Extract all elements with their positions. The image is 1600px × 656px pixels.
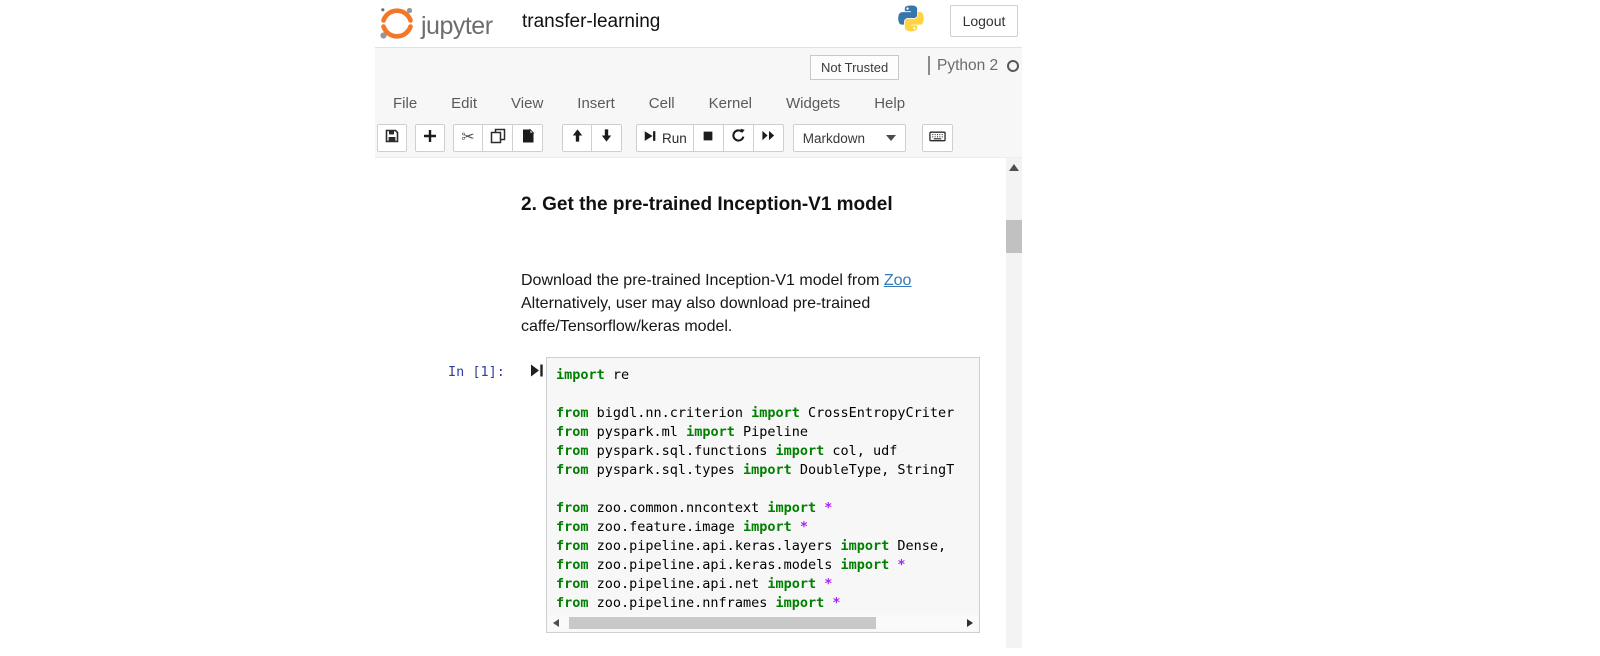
menubar: FileEditViewInsertCellKernelWidgetsHelp	[376, 89, 922, 119]
paste-icon	[520, 128, 536, 149]
restart-kernel-button[interactable]	[724, 124, 754, 152]
code-line	[556, 385, 979, 404]
code-line: from zoo.pipeline.nnframes import *	[556, 594, 979, 613]
python-logo-icon	[895, 5, 927, 37]
horizontal-scrollbar-thumb[interactable]	[569, 617, 876, 629]
kernel-name: Python 2	[937, 57, 998, 75]
paragraph-text-2: Alternatively, user may also download pr…	[521, 295, 870, 335]
horizontal-scrollbar[interactable]	[548, 615, 978, 631]
jupyter-app: jupyter transfer-learning Logout Not Tru…	[375, 0, 1022, 656]
header: jupyter transfer-learning Logout	[375, 0, 1022, 46]
code-line	[556, 480, 979, 499]
restart-run-all-button[interactable]	[754, 124, 784, 152]
menu-item-widgets[interactable]: Widgets	[769, 89, 857, 119]
menu-item-insert[interactable]: Insert	[560, 89, 632, 119]
toolbar: ✂	[377, 124, 961, 153]
cell-type-value: Markdown	[803, 131, 865, 146]
code-line: from pyspark.sql.types import DoubleType…	[556, 461, 979, 480]
add-cell-button[interactable]	[415, 124, 445, 152]
scroll-right-icon[interactable]	[967, 619, 973, 627]
arrow-down-icon	[599, 128, 614, 148]
scroll-up-icon[interactable]	[1009, 164, 1019, 171]
kernel-indicator-box: Python 2	[928, 56, 1019, 75]
save-icon	[384, 128, 400, 149]
jupyter-logo-text: jupyter	[421, 12, 493, 41]
markdown-paragraph: Download the pre-trained Inception-V1 mo…	[521, 269, 951, 338]
run-button[interactable]: Run	[636, 124, 694, 152]
jupyter-logo-icon	[378, 6, 416, 45]
chevron-down-icon	[886, 135, 896, 141]
markdown-heading: 2. Get the pre-trained Inception-V1 mode…	[521, 194, 901, 215]
code-lines: import re from bigdl.nn.criterion import…	[547, 358, 979, 613]
code-line: from zoo.feature.image import *	[556, 518, 979, 537]
plus-icon	[422, 128, 438, 149]
trust-status-badge[interactable]: Not Trusted	[810, 55, 899, 80]
code-line: from zoo.pipeline.api.net import *	[556, 575, 979, 594]
code-editor[interactable]: import re from bigdl.nn.criterion import…	[546, 357, 980, 633]
kernel-separator	[928, 56, 930, 75]
vertical-scrollbar[interactable]	[1006, 158, 1022, 648]
run-button-label: Run	[662, 131, 687, 146]
notebook-container: 2. Get the pre-trained Inception-V1 mode…	[375, 158, 1022, 656]
code-line: from pyspark.sql.functions import col, u…	[556, 442, 979, 461]
stop-icon	[701, 129, 715, 148]
cell-input-prompt: In [1]:	[448, 364, 505, 380]
code-line: from zoo.pipeline.api.keras.layers impor…	[556, 537, 979, 556]
fast-forward-icon	[761, 128, 776, 148]
menu-item-kernel[interactable]: Kernel	[692, 89, 769, 119]
menu-item-help[interactable]: Help	[857, 89, 922, 119]
vertical-scrollbar-thumb[interactable]	[1006, 220, 1022, 253]
move-cell-down-button[interactable]	[592, 124, 622, 152]
refresh-icon	[731, 128, 746, 148]
menu-item-edit[interactable]: Edit	[434, 89, 494, 119]
jupyter-logo[interactable]: jupyter	[378, 6, 493, 45]
code-line: from bigdl.nn.criterion import CrossEntr…	[556, 404, 979, 423]
cut-button[interactable]: ✂	[453, 124, 483, 152]
copy-button[interactable]	[483, 124, 513, 152]
keyboard-icon	[929, 128, 946, 149]
menu-item-view[interactable]: View	[494, 89, 560, 119]
kernel-idle-icon	[1007, 60, 1019, 72]
cell-type-dropdown[interactable]: Markdown	[793, 124, 906, 152]
code-line: import re	[556, 366, 979, 385]
menu-item-cell[interactable]: Cell	[632, 89, 692, 119]
copy-icon	[490, 128, 506, 149]
scissors-icon: ✂	[461, 130, 474, 146]
arrow-up-icon	[570, 128, 585, 148]
scroll-left-icon[interactable]	[553, 619, 559, 627]
run-cell-icon[interactable]	[530, 363, 544, 383]
code-line: from zoo.common.nncontext import *	[556, 499, 979, 518]
paragraph-text-1: Download the pre-trained Inception-V1 mo…	[521, 272, 884, 289]
step-forward-icon	[643, 129, 657, 148]
code-line: from pyspark.ml import Pipeline	[556, 423, 979, 442]
menu-item-file[interactable]: File	[376, 89, 434, 119]
interrupt-kernel-button[interactable]	[694, 124, 724, 152]
menu-panel: Not Trusted Python 2 FileEditViewInsertC…	[375, 47, 1022, 158]
zoo-link[interactable]: Zoo	[884, 272, 912, 289]
save-button[interactable]	[377, 124, 407, 152]
logout-button[interactable]: Logout	[950, 5, 1018, 37]
paste-button[interactable]	[513, 124, 543, 152]
move-cell-up-button[interactable]	[562, 124, 592, 152]
command-palette-button[interactable]	[922, 124, 953, 152]
code-line: from zoo.pipeline.api.keras.models impor…	[556, 556, 979, 575]
notebook-title[interactable]: transfer-learning	[522, 11, 660, 33]
